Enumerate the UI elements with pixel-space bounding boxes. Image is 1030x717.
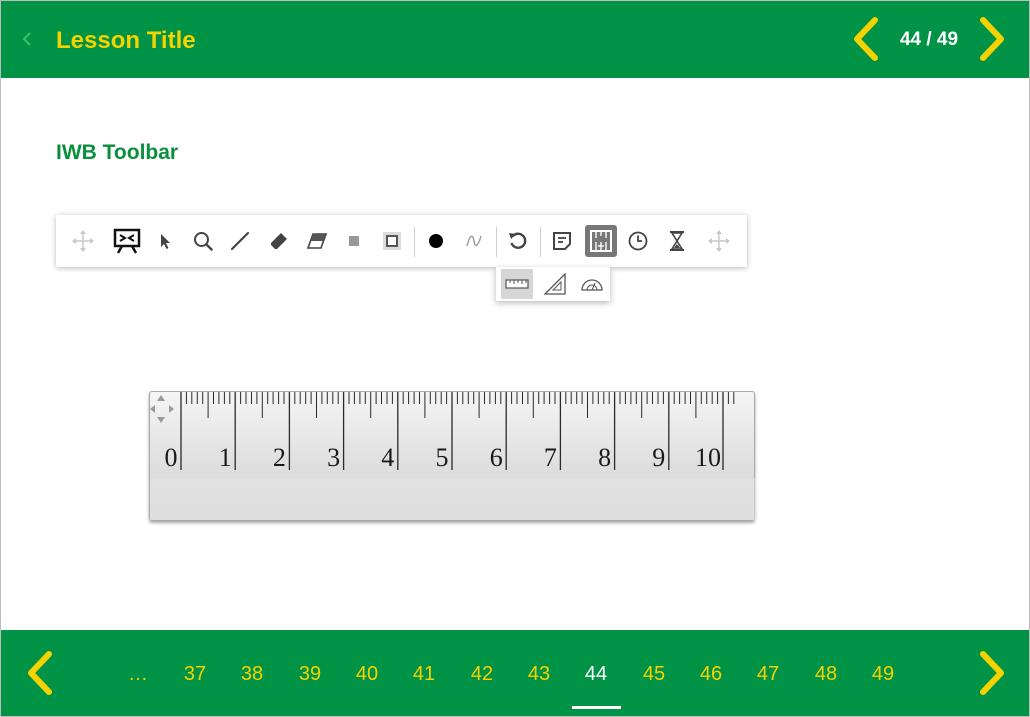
ruler-number: 1	[218, 443, 232, 472]
toolbar-separator	[414, 227, 415, 257]
marker-icon	[271, 233, 287, 249]
page-link[interactable]: 42	[462, 662, 502, 686]
page-link[interactable]: 47	[748, 662, 788, 686]
toolbar-move-handle-right[interactable]	[703, 225, 735, 257]
page-link[interactable]: 43	[519, 662, 559, 686]
move-handle-icon	[72, 230, 94, 252]
chevron-left-icon	[854, 17, 878, 61]
footer-pagination: … 37 38 39 40 41 42 43 44 45 46 47 48 49	[1, 630, 1029, 716]
section-title: IWB Toolbar	[56, 141, 179, 164]
header-prev-page-button[interactable]	[849, 16, 883, 62]
ruler-icon	[505, 279, 529, 289]
toolbar-move-handle-left[interactable]	[67, 225, 99, 257]
footer-prev-page-button[interactable]	[23, 650, 57, 696]
pointer-tool-button[interactable]	[149, 225, 181, 257]
page-counter: 44 / 49	[899, 29, 959, 50]
toolbar-separator	[540, 227, 541, 257]
small-square-icon	[349, 236, 359, 246]
frame-square-tool-button[interactable]	[376, 225, 408, 257]
hourglass-icon	[670, 231, 684, 251]
page-link[interactable]: 49	[863, 662, 903, 686]
protractor-icon	[581, 279, 603, 291]
page-link[interactable]: 39	[290, 662, 330, 686]
small-square-tool-button[interactable]	[338, 225, 370, 257]
ruler-number: 0	[164, 443, 178, 472]
presentation-board-icon	[113, 228, 141, 254]
page-link[interactable]: 46	[691, 662, 731, 686]
ruler-number: 3	[327, 443, 341, 472]
ruler-number: 10	[695, 443, 721, 472]
sticky-note-button[interactable]	[546, 225, 578, 257]
ruler-number: 7	[543, 443, 557, 472]
page-link[interactable]: 37	[175, 662, 215, 686]
ruler-number: 2	[272, 443, 286, 472]
page-link[interactable]: 45	[634, 662, 674, 686]
page-link[interactable]: 38	[232, 662, 272, 686]
pagination-ellipsis: …	[128, 663, 148, 685]
eraser-icon	[306, 233, 328, 249]
set-square-tool-button[interactable]	[539, 269, 571, 299]
color-dot-icon	[429, 234, 443, 248]
move-handle-icon	[708, 230, 730, 252]
chevron-right-icon	[980, 651, 1004, 695]
footer-next-page-button[interactable]	[975, 650, 1009, 696]
clock-button[interactable]	[622, 225, 654, 257]
ruler-number: 6	[489, 443, 503, 472]
measure-tools-button[interactable]	[585, 225, 617, 257]
page-link[interactable]: 41	[404, 662, 444, 686]
line-icon	[230, 231, 250, 251]
chevron-left-icon	[22, 32, 31, 46]
current-page-indicator	[572, 706, 621, 709]
ruler-number: 9	[652, 443, 666, 472]
measure-tools-submenu	[496, 267, 610, 301]
toolbar-separator	[496, 227, 497, 257]
lesson-window: Lesson Title 44 / 49 IWB Toolbar 0 1 2 3…	[0, 0, 1030, 717]
page-link-current[interactable]: 44	[576, 662, 616, 686]
move-arrows-icon[interactable]	[150, 392, 176, 426]
ruler-tool[interactable]: 0 1 2 3 4 5 6 7 8 9 10	[149, 391, 756, 521]
ruler-number: 4	[381, 443, 395, 472]
undo-button[interactable]	[502, 225, 534, 257]
pointer-icon	[161, 234, 170, 249]
back-button[interactable]	[17, 27, 37, 51]
frame-square-icon	[383, 232, 401, 250]
ruler-number: 8	[598, 443, 612, 472]
undo-icon	[509, 232, 527, 249]
magnifier-tool-button[interactable]	[187, 225, 219, 257]
header-next-page-button[interactable]	[975, 16, 1009, 62]
line-tool-button[interactable]	[224, 225, 256, 257]
chevron-right-icon	[980, 17, 1004, 61]
magnifier-icon	[194, 232, 213, 251]
sticky-note-icon	[553, 232, 571, 250]
page-link[interactable]: 48	[806, 662, 846, 686]
lesson-title: Lesson Title	[56, 27, 196, 54]
chevron-left-icon	[28, 651, 52, 695]
protractor-tool-button[interactable]	[576, 269, 608, 299]
freehand-curve-icon	[466, 235, 482, 247]
page-link[interactable]: 40	[347, 662, 387, 686]
eraser-tool-button[interactable]	[301, 225, 333, 257]
set-square-icon	[543, 273, 566, 295]
hourglass-button[interactable]	[661, 225, 693, 257]
ruler-number: 5	[435, 443, 449, 472]
freehand-curve-button[interactable]	[458, 225, 490, 257]
measure-tools-icon	[590, 230, 612, 252]
header-bar: Lesson Title 44 / 49	[1, 1, 1029, 78]
marker-tool-button[interactable]	[263, 225, 295, 257]
iwb-toolbar	[56, 215, 747, 267]
ruler-tool-button[interactable]	[501, 269, 533, 299]
clock-icon	[628, 231, 648, 251]
color-dot-button[interactable]	[420, 225, 452, 257]
presentation-board-button[interactable]	[111, 225, 143, 257]
